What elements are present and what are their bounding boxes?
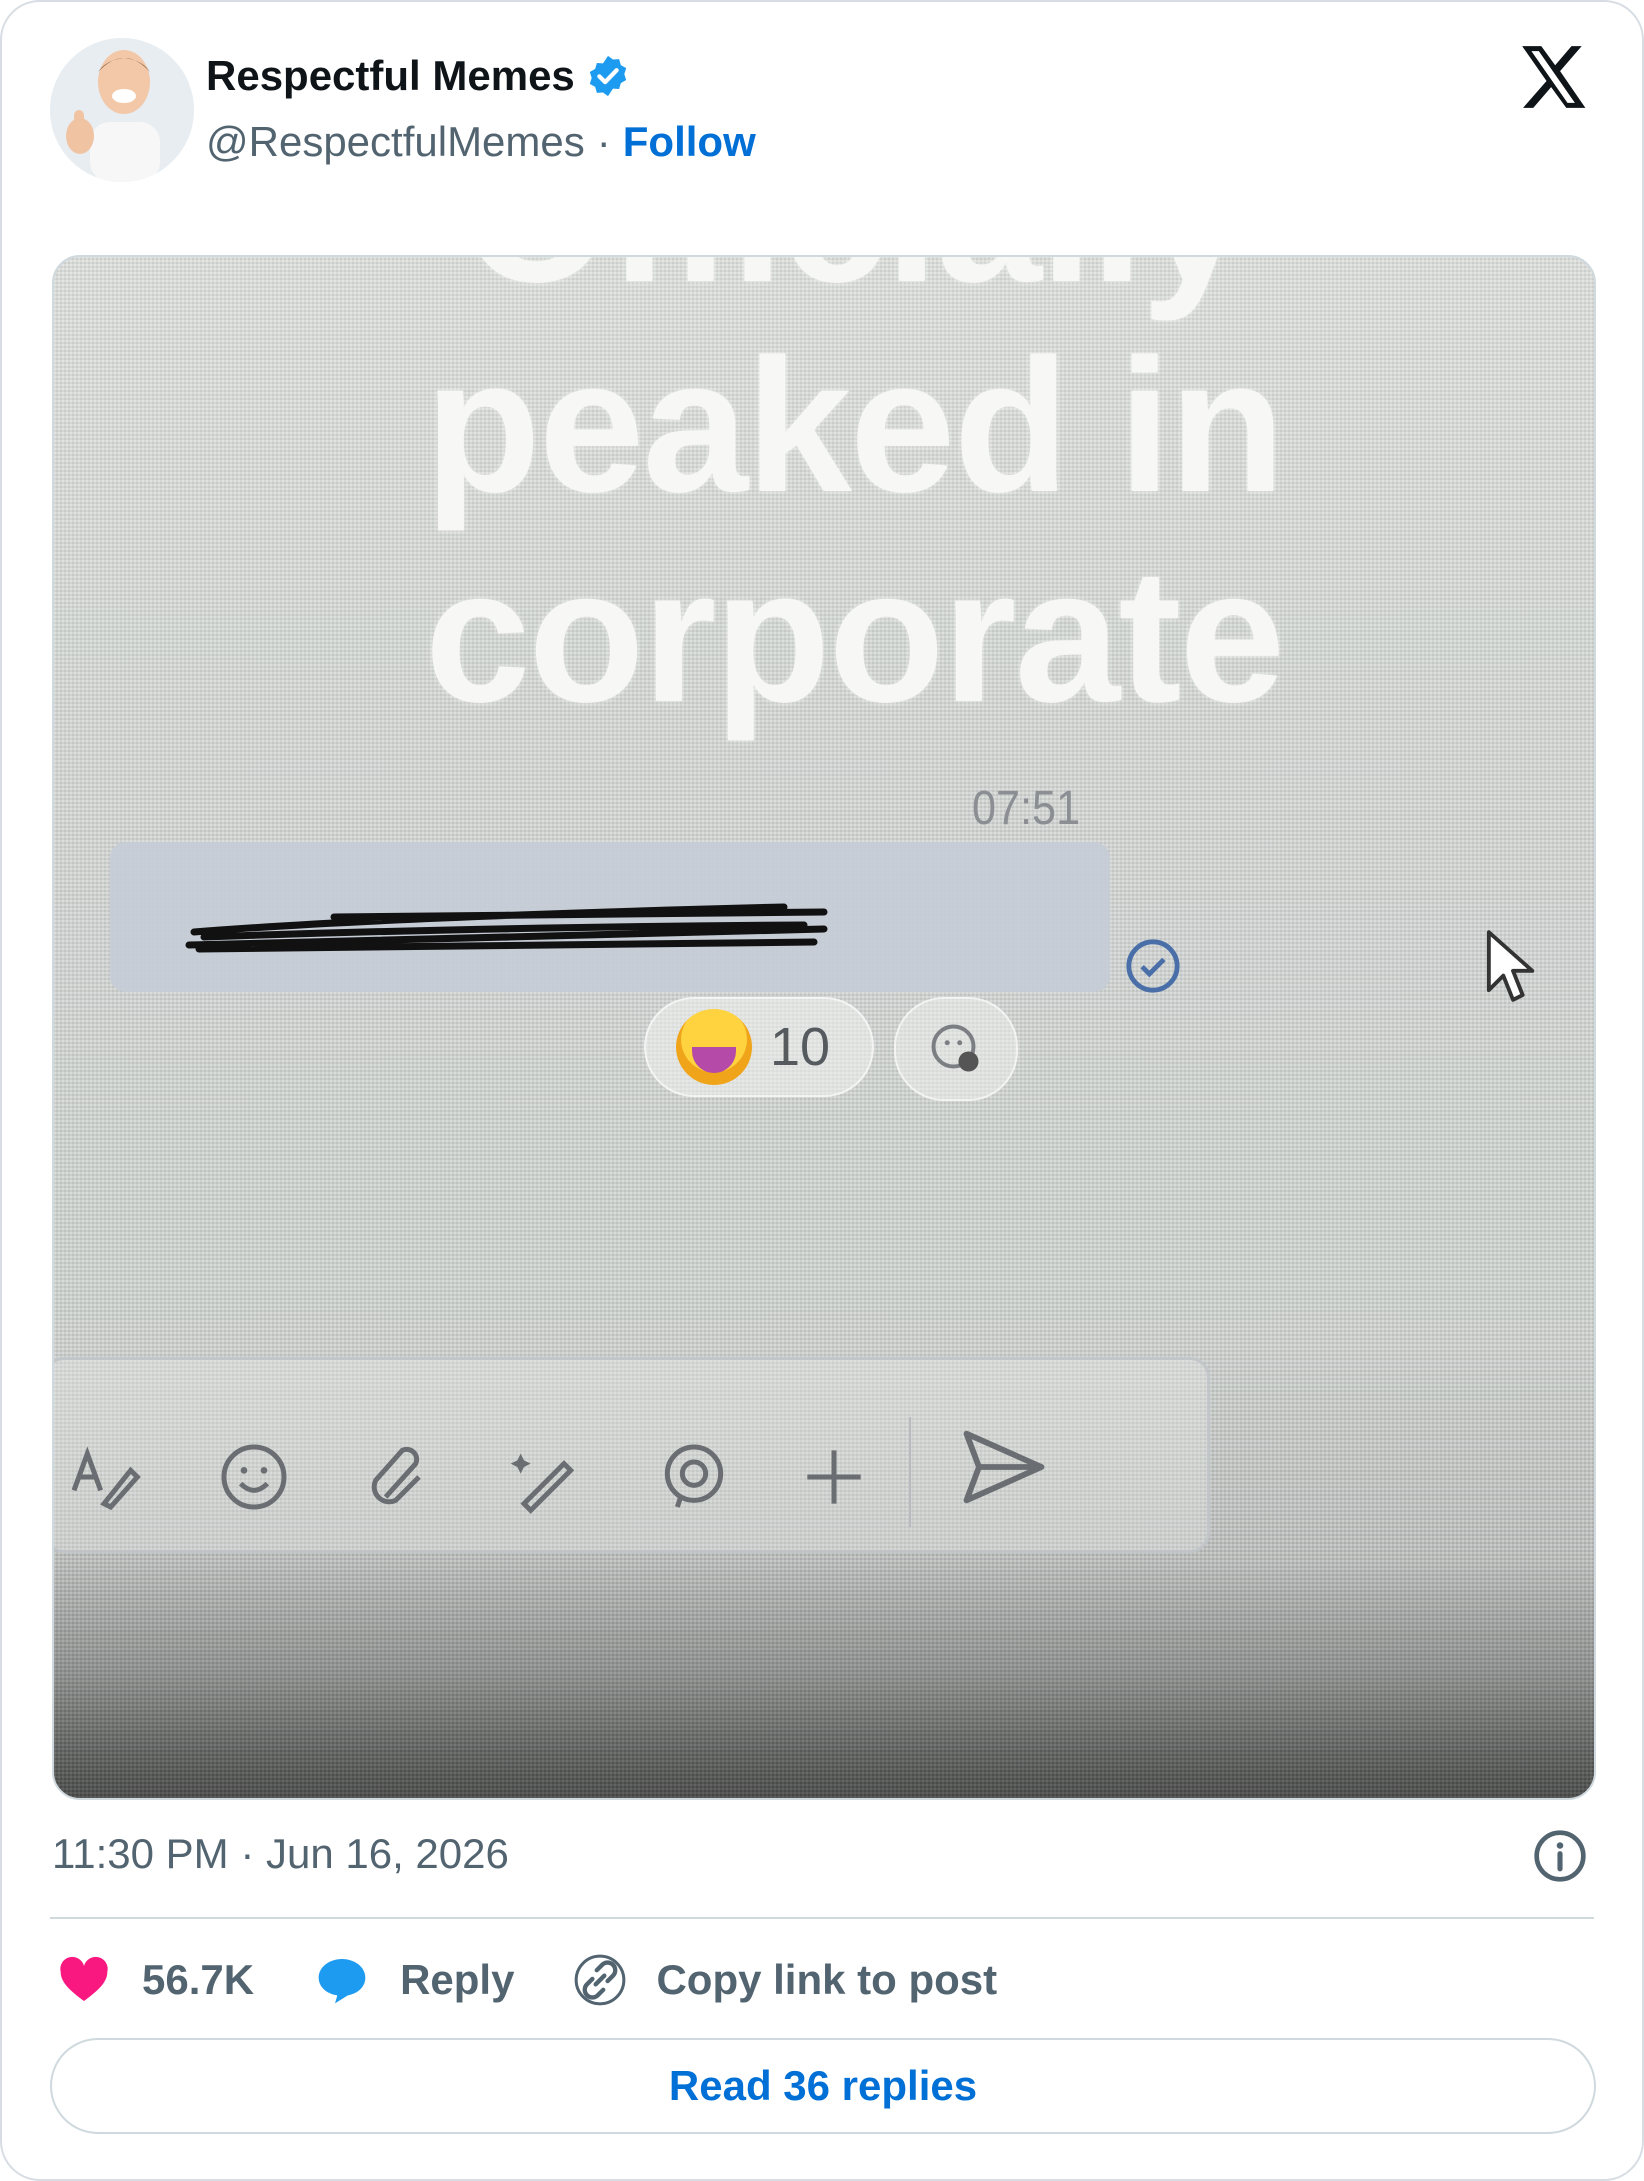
reply-action[interactable]: Reply [314, 1952, 514, 2008]
author-avatar[interactable] [50, 38, 194, 182]
sent-check-icon [1126, 939, 1180, 993]
read-replies-button[interactable]: Read 36 replies [50, 2038, 1596, 2134]
copy-link-label: Copy link to post [656, 1956, 998, 2003]
copy-link-action[interactable]: Copy link to post [574, 1954, 997, 2006]
caption-line-1: peaked in [424, 320, 1285, 532]
attach-icon [371, 1446, 421, 1505]
author-handle[interactable]: @RespectfulMemes [206, 118, 585, 166]
footer-divider [50, 1917, 1594, 1919]
info-icon[interactable] [1532, 1828, 1588, 1884]
x-logo-icon[interactable] [1516, 40, 1590, 114]
reaction-count: 10 [770, 1017, 831, 1077]
send-icon [963, 1430, 1045, 1504]
toolbar-divider [909, 1417, 911, 1527]
ai-sparkle-pen-icon [510, 1453, 575, 1514]
loop-icon [664, 1444, 724, 1508]
embedded-post-card: Respectful Memes @RespectfulMemes · Foll… [0, 0, 1644, 2181]
post-timestamp[interactable]: 11:30 PM · Jun 16, 2026 [52, 1830, 509, 1878]
author-name[interactable]: Respectful Memes [206, 52, 575, 100]
media-bottom-shadow [54, 1558, 1594, 1798]
mouse-cursor-icon [1486, 930, 1535, 1002]
reply-label: Reply [400, 1956, 515, 2003]
handle-row: @RespectfulMemes · Follow [206, 118, 756, 166]
link-icon [575, 1954, 626, 2006]
redaction-scribble [185, 903, 828, 953]
add-reaction-icon [931, 1024, 979, 1072]
avatar-image [50, 38, 194, 182]
plus-icon [807, 1450, 861, 1504]
message-time: 07:51 [972, 782, 1081, 835]
emoji-icon [221, 1444, 287, 1510]
likes-count: 56.7K [142, 1956, 255, 2003]
separator-dot: · [596, 118, 611, 165]
verified-badge-icon [589, 55, 627, 97]
format-text-icon [71, 1446, 141, 1511]
caption-line-2: corporate [424, 530, 1285, 742]
add-reaction-pill [894, 997, 1018, 1101]
post-media-photo[interactable]: Officially peaked in corporate 07:51 10 [52, 255, 1596, 1800]
like-action[interactable]: 56.7K [56, 1952, 254, 2008]
laughing-face-emoji-icon [676, 1009, 752, 1085]
post-actions-bar: 56.7K Reply Copy link to post [56, 1950, 1057, 2010]
caption-partial: Officially [84, 257, 1594, 325]
follow-button[interactable]: Follow [623, 118, 756, 166]
author-name-row[interactable]: Respectful Memes [206, 52, 631, 100]
reaction-pill: 10 [644, 997, 874, 1097]
heart-icon [60, 1956, 108, 2001]
reply-bubble-icon [318, 1959, 366, 2004]
